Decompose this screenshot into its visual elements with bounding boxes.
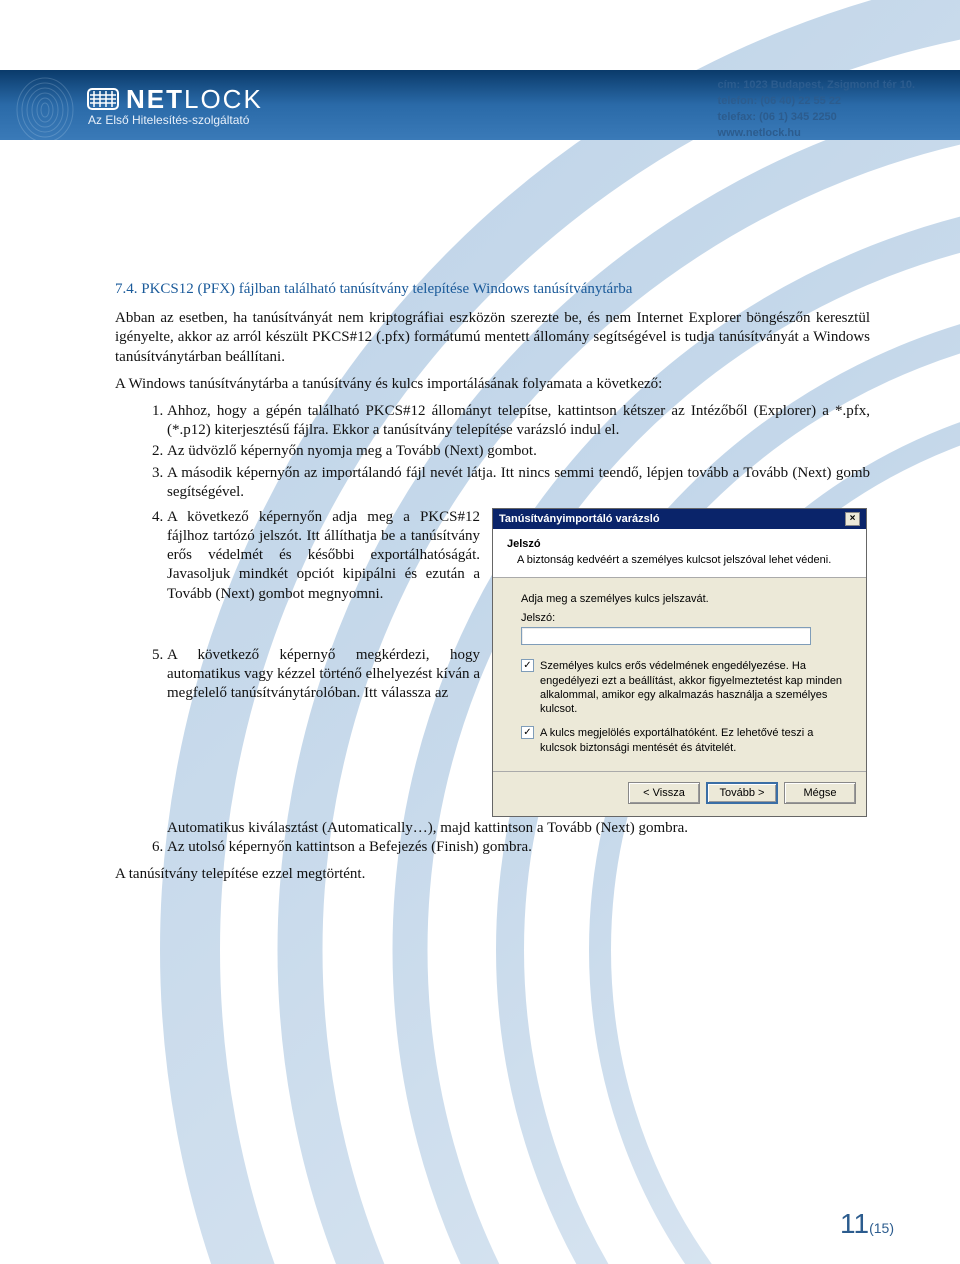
page-number: 11(15) bbox=[840, 1208, 894, 1240]
fingerprint-icon bbox=[10, 70, 80, 140]
step-2: Az üdvözlő képernyőn nyomja meg a Tovább… bbox=[167, 442, 870, 461]
step-1: Ahhoz, hogy a gépén található PKCS#12 ál… bbox=[167, 402, 870, 440]
steps-list-cont3: Az utolsó képernyőn kattintson a Befejez… bbox=[115, 838, 870, 857]
wizard-title-text: Tanúsítványimportáló varázsló bbox=[499, 512, 660, 526]
wizard-check2-row[interactable]: ✓ A kulcs megjelölés exportálhatóként. E… bbox=[521, 726, 848, 755]
wizard-check1-text: Személyes kulcs erős védelmének engedély… bbox=[540, 659, 848, 716]
section-title: 7.4. PKCS12 (PFX) fájlban található tanú… bbox=[115, 280, 870, 299]
checkbox-icon[interactable]: ✓ bbox=[521, 659, 534, 672]
steps-list-cont2: A következő képernyő megkérdezi, hogy au… bbox=[115, 646, 480, 704]
wizard-password-input[interactable] bbox=[521, 627, 811, 645]
page-total: (15) bbox=[869, 1220, 894, 1236]
checkbox-icon[interactable]: ✓ bbox=[521, 726, 534, 739]
close-icon[interactable]: × bbox=[845, 512, 860, 526]
wizard-head-sub: A biztonság kedvéért a személyes kulcsot… bbox=[507, 553, 854, 567]
document-body: 7.4. PKCS12 (PFX) fájlban található tanú… bbox=[115, 280, 870, 893]
paragraph-intro: Abban az esetben, ha tanúsítványát nem k… bbox=[115, 309, 870, 367]
brand-subtitle: Az Első Hitelesítés-szolgáltató bbox=[88, 113, 263, 127]
back-button[interactable]: < Vissza bbox=[628, 782, 700, 804]
page-current: 11 bbox=[840, 1208, 869, 1239]
wizard-dialog: Tanúsítványimportáló varázsló × Jelszó A… bbox=[492, 508, 867, 817]
logo-mark-icon bbox=[86, 85, 120, 113]
contact-address: cím: 1023 Budapest, Zsigmond tér 10. bbox=[718, 78, 915, 94]
contact-url[interactable]: www.netlock.hu bbox=[718, 127, 801, 139]
step-6: Az utolsó képernyőn kattintson a Befejez… bbox=[167, 838, 870, 857]
step-5b: Automatikus kiválasztást (Automatically…… bbox=[115, 819, 870, 838]
steps-list-cont1: A következő képernyőn adja meg a PKCS#12… bbox=[115, 508, 480, 604]
next-button[interactable]: Tovább > bbox=[706, 782, 778, 804]
wizard-titlebar: Tanúsítványimportáló varázsló × bbox=[493, 509, 866, 529]
wizard-check1-row[interactable]: ✓ Személyes kulcs erős védelmének engedé… bbox=[521, 659, 848, 716]
wizard-body-label: Adja meg a személyes kulcs jelszavát. bbox=[521, 592, 848, 606]
step-5a: A következő képernyő megkérdezi, hogy au… bbox=[167, 646, 480, 704]
wizard-field-label: Jelszó: bbox=[521, 611, 848, 625]
brand-thin: LOCK bbox=[184, 84, 263, 114]
paragraph-listintro: A Windows tanúsítványtárba a tanúsítvány… bbox=[115, 375, 870, 394]
wizard-head-title: Jelszó bbox=[507, 537, 854, 551]
step-4: A következő képernyőn adja meg a PKCS#12… bbox=[167, 508, 480, 604]
wizard-header-panel: Jelszó A biztonság kedvéért a személyes … bbox=[493, 529, 866, 578]
brand-logo: NETLOCK Az Első Hitelesítés-szolgáltató bbox=[86, 84, 263, 127]
paragraph-end: A tanúsítvány telepítése ezzel megtörtén… bbox=[115, 865, 870, 884]
wizard-button-row: < Vissza Tovább > Mégse bbox=[493, 771, 866, 816]
contact-fax: telefax: (06 1) 345 2250 bbox=[718, 110, 915, 126]
steps-list: Ahhoz, hogy a gépén található PKCS#12 ál… bbox=[115, 402, 870, 502]
contact-phone: telefon: (06 40) 22 55 22 bbox=[718, 94, 915, 110]
wizard-body: Adja meg a személyes kulcs jelszavát. Je… bbox=[493, 578, 866, 771]
brand-bold: NET bbox=[126, 84, 184, 114]
wizard-check2-text: A kulcs megjelölés exportálhatóként. Ez … bbox=[540, 726, 848, 755]
step-3: A második képernyőn az importálandó fájl… bbox=[167, 464, 870, 502]
header-contact: cím: 1023 Budapest, Zsigmond tér 10. tel… bbox=[718, 78, 915, 142]
cancel-button[interactable]: Mégse bbox=[784, 782, 856, 804]
